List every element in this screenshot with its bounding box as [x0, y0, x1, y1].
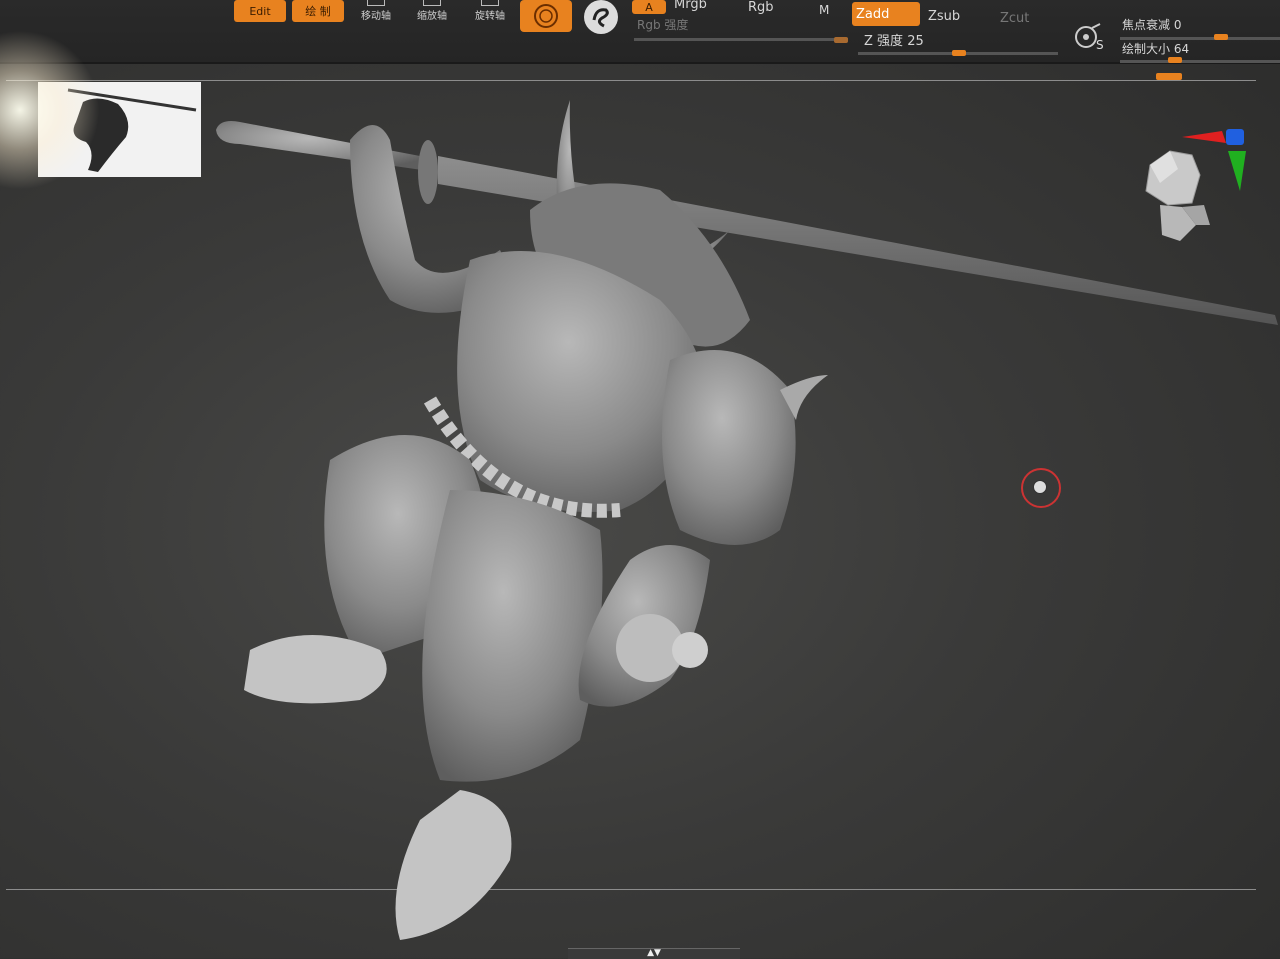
- draw-size-label: 绘制大小 64: [1122, 40, 1189, 57]
- draw-button[interactable]: 绘 制: [292, 0, 344, 22]
- scale-label: 缩放轴: [417, 11, 447, 22]
- z-intensity-value: 25: [907, 34, 924, 49]
- rotate-icon: [481, 0, 499, 6]
- lazy-mouse-s-label: S: [1096, 38, 1104, 52]
- focal-shift-label: 焦点衰减 0: [1122, 16, 1181, 33]
- right-foot: [395, 790, 512, 940]
- mrgb-button[interactable]: Mrgb: [674, 0, 707, 12]
- rgb-intensity-label: Rgb 强度: [637, 18, 689, 32]
- rotate-mode-button[interactable]: 旋转轴: [468, 0, 512, 22]
- collapse-arrows-icon[interactable]: ▲▼: [642, 948, 666, 958]
- edit-button[interactable]: Edit: [234, 0, 286, 22]
- stroke-swirl-icon: [592, 8, 609, 28]
- lazy-mouse-button[interactable]: S: [1072, 22, 1108, 58]
- brush-circle-icon: [534, 4, 558, 28]
- rgb-button[interactable]: Rgb: [748, 0, 774, 15]
- scale-icon: [423, 0, 441, 6]
- shoulder-armor: [662, 350, 796, 545]
- scale-mode-button[interactable]: 缩放轴: [410, 0, 454, 22]
- move-mode-button[interactable]: 移动轴: [354, 0, 398, 22]
- a-button[interactable]: A: [632, 0, 666, 14]
- rgb-intensity-knob[interactable]: [834, 37, 848, 43]
- z-intensity-label: Z 强度 25: [864, 30, 924, 49]
- top-toolbar: Edit 绘 制 移动轴 缩放轴 旋转轴 A Mrgb Rgb M Rgb 强度…: [0, 0, 1280, 64]
- zadd-button[interactable]: Zadd: [852, 2, 920, 26]
- rgb-intensity-slider[interactable]: [634, 38, 848, 41]
- z-intensity-knob[interactable]: [952, 50, 966, 56]
- move-icon: [367, 0, 385, 6]
- stroke-button[interactable]: [584, 0, 618, 34]
- focal-shift-value: 0: [1173, 18, 1182, 32]
- zcut-button[interactable]: Zcut: [1000, 11, 1029, 26]
- focal-shift-knob[interactable]: [1214, 34, 1228, 40]
- focal-shift-name: 焦点衰减: [1122, 18, 1171, 32]
- sculpt-model[interactable]: [200, 60, 1280, 950]
- draw-size-value: 64: [1173, 42, 1190, 56]
- right-leg-armor: [422, 490, 603, 782]
- zsub-button[interactable]: Zsub: [928, 9, 960, 24]
- move-label: 移动轴: [361, 11, 391, 22]
- draw-size-name: 绘制大小: [1122, 42, 1171, 56]
- rotate-label: 旋转轴: [475, 11, 505, 22]
- z-intensity-name: Z 强度: [864, 34, 904, 49]
- brush-button[interactable]: [520, 0, 572, 32]
- m-button[interactable]: M: [819, 3, 829, 17]
- left-foot: [244, 635, 387, 704]
